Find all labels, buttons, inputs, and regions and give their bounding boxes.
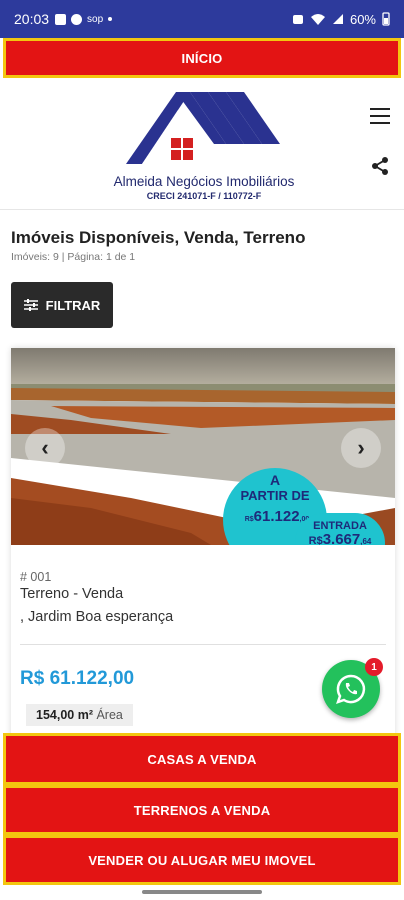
promo-price-prefix: R$ [244, 516, 254, 523]
card-divider [20, 644, 386, 645]
whatsapp-badge: 1 [365, 658, 383, 676]
listing-summary: Imóveis: 9 | Página: 1 de 1 [11, 251, 136, 263]
sell-or-rent-button[interactable]: VENDER OU ALUGAR MEU IMOVEL [3, 835, 401, 885]
brand-creci: CRECI 241071-F / 110772-F [146, 191, 262, 201]
promo-line2: PARTIR DE [240, 488, 310, 503]
promo-line1: A [269, 472, 281, 488]
entry-cents: ,64 [360, 537, 372, 545]
page-title: Imóveis Disponíveis, Venda, Terreno [11, 228, 306, 247]
sliders-icon [23, 299, 38, 311]
site-header: Almeida Negócios Imobiliários CRECI 2410… [0, 80, 404, 210]
entry-row: R$3.667,64 [295, 531, 385, 545]
system-nav-bar [0, 885, 404, 900]
alarm-icon [292, 15, 303, 24]
property-type[interactable]: Terreno - Venda [20, 586, 123, 602]
status-right: 60% [292, 12, 390, 27]
area-value: 154,00 m² [36, 708, 93, 722]
land-for-sale-button[interactable]: TERRENOS A VENDA [3, 785, 401, 835]
whatsapp-icon [336, 674, 366, 704]
signal-icon [332, 14, 343, 24]
area-label: Área [96, 708, 123, 722]
houses-for-sale-button[interactable]: CASAS A VENDA [3, 733, 401, 785]
hamburger-menu-icon[interactable] [370, 108, 390, 124]
home-button[interactable]: INÍCIO [3, 38, 401, 78]
filter-button[interactable]: FILTRAR [11, 282, 113, 328]
share-icon[interactable] [370, 156, 390, 176]
gallery-icon [55, 13, 67, 25]
house-logo-icon [126, 92, 280, 164]
carousel-prev-button[interactable]: ‹ [25, 428, 65, 468]
battery-icon [382, 12, 390, 26]
brand-name: Almeida Negócios Imobiliários [113, 174, 295, 189]
notification-dot-icon [108, 17, 113, 21]
property-code: # 001 [20, 570, 52, 584]
battery-text: 60% [349, 11, 376, 27]
entry-prefix: R$ [308, 535, 323, 545]
carousel-next-button[interactable]: › [341, 428, 381, 468]
status-left-icons: sop [55, 13, 113, 25]
home-gesture-bar[interactable] [142, 890, 262, 894]
promo-price: 61.122 [253, 508, 300, 525]
property-price: R$ 61.122,00 [20, 668, 135, 689]
entry-badge: ENTRADA R$3.667,64 [295, 513, 385, 545]
wifi-icon [310, 14, 325, 25]
status-time: 20:03 [14, 11, 50, 27]
app-label: sop [87, 13, 104, 25]
filter-label: FILTRAR [45, 297, 101, 313]
status-bar: 20:03 sop 60% [0, 0, 404, 38]
entry-value: 3.667 [322, 531, 361, 545]
property-address: , Jardim Boa esperança [20, 609, 174, 625]
area-badge: 154,00 m² Área [26, 704, 133, 726]
property-photo[interactable]: ‹ › A PARTIR DE R$61.122,00 ENTRADA R$3.… [11, 348, 395, 545]
facebook-icon [71, 13, 83, 25]
brand-logo[interactable]: Almeida Negócios Imobiliários CRECI 2410… [94, 88, 314, 208]
